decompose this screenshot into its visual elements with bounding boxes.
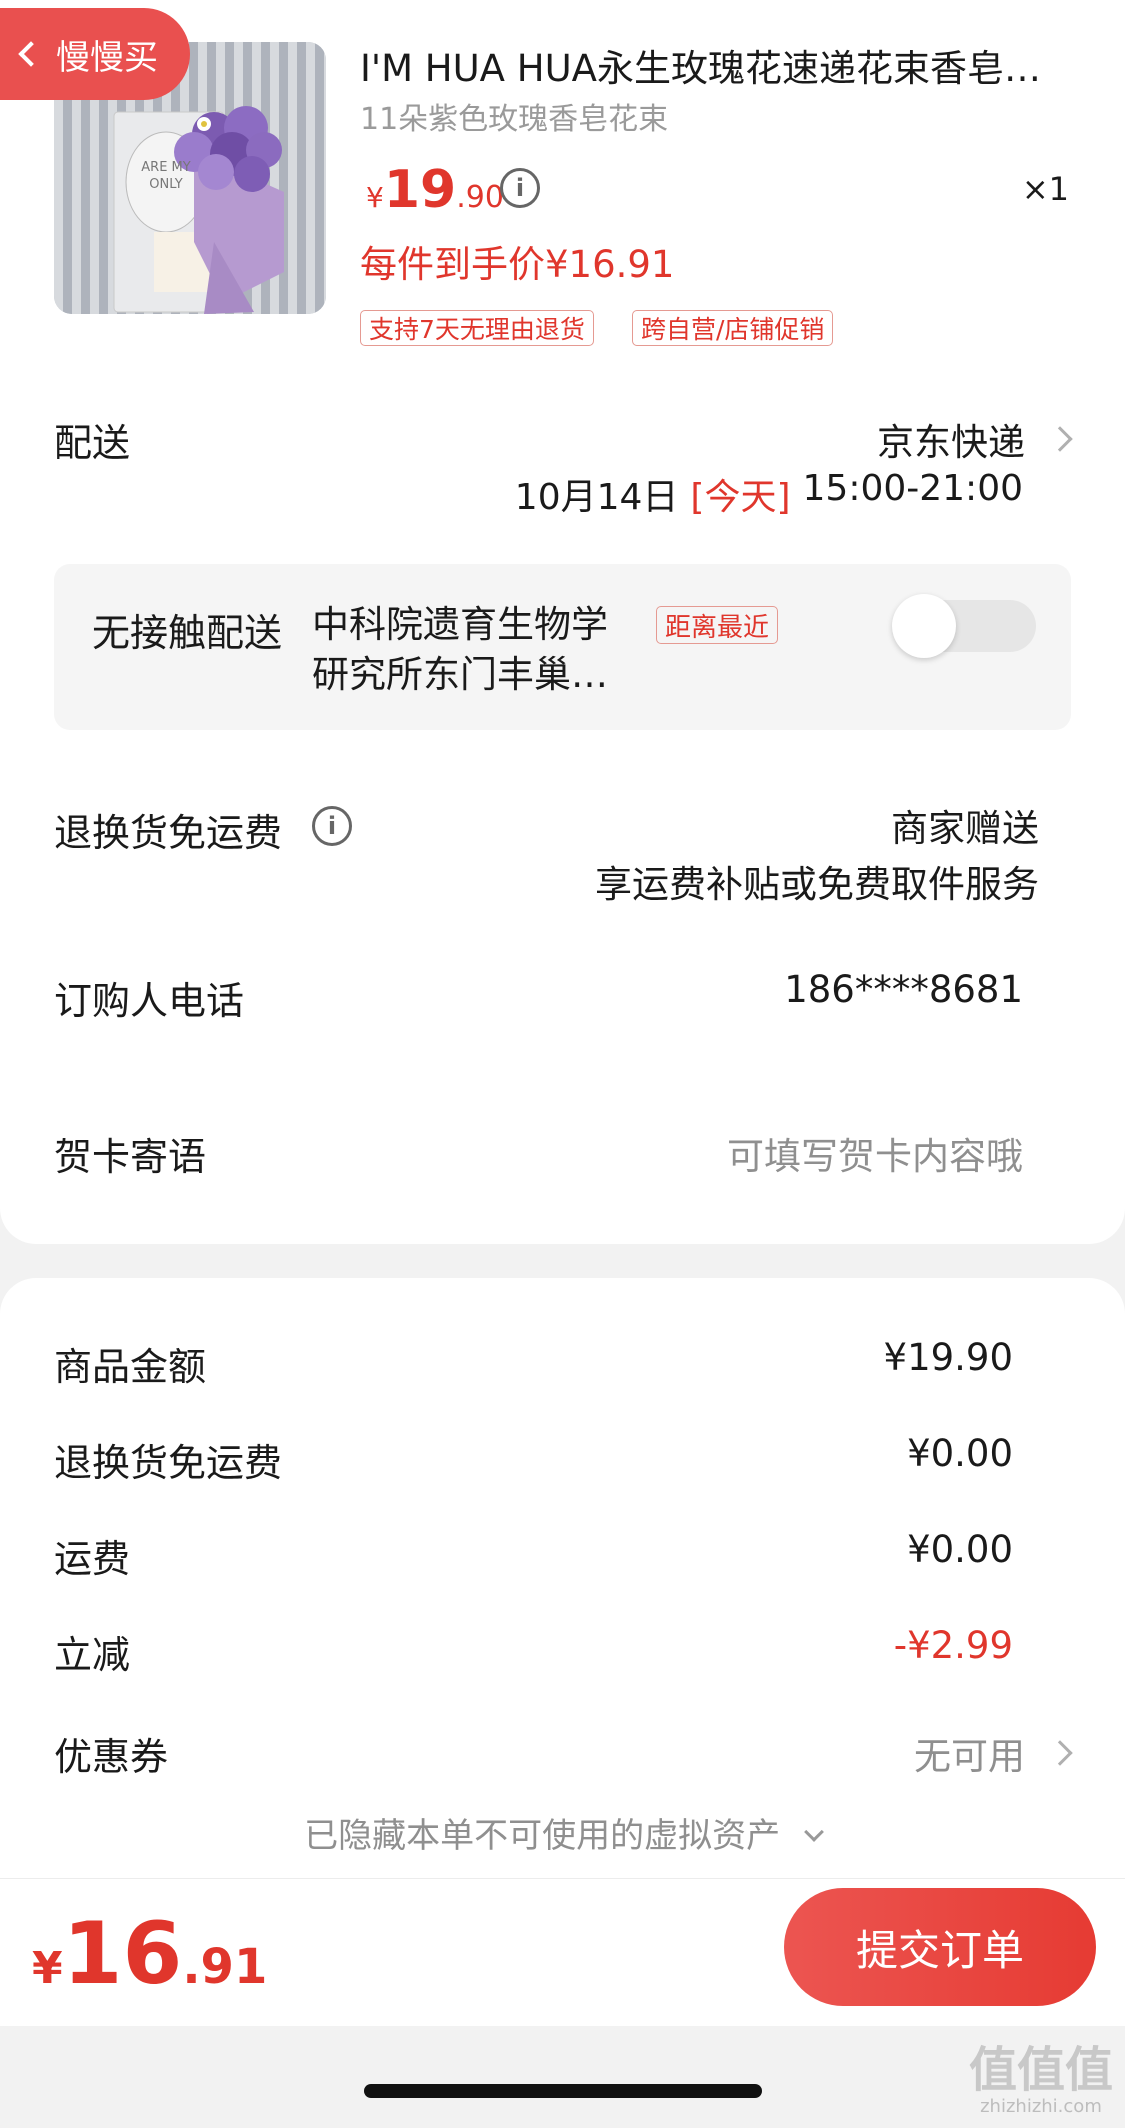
chevron-right-icon bbox=[1047, 1740, 1073, 1766]
product-title[interactable]: I'M HUA HUA永生玫瑰花速递花束香皂花礼盒 bbox=[360, 38, 1060, 92]
product-quantity: ×1 bbox=[1021, 170, 1069, 208]
return-freight-provider: 商家赠送 bbox=[891, 807, 1039, 850]
address-line-2: 研究所东门丰巢… bbox=[312, 653, 608, 696]
contactless-toggle[interactable] bbox=[892, 594, 1036, 658]
image-text-line: ONLY bbox=[149, 176, 183, 192]
contactless-address: 中科院遗育生物学 研究所东门丰巢… bbox=[312, 600, 608, 700]
chevron-down-icon bbox=[804, 1822, 824, 1842]
return-freight-description: 享运费补贴或免费取件服务 bbox=[595, 863, 1039, 906]
submit-order-button[interactable]: 提交订单 bbox=[784, 1888, 1096, 2006]
summary-value-discount: -¥2.99 bbox=[893, 1624, 1013, 1667]
total-integer: 16 bbox=[62, 1904, 183, 2004]
coupon-selector[interactable]: 无可用 bbox=[914, 1726, 1073, 1780]
info-icon[interactable]: i bbox=[500, 168, 540, 208]
price-decimal: .90 bbox=[456, 180, 504, 215]
summary-value-shipping: ¥0.00 bbox=[907, 1528, 1013, 1571]
hidden-assets-label: 已隐藏本单不可使用的虚拟资产 bbox=[304, 1816, 781, 1856]
summary-value-goods: ¥19.90 bbox=[883, 1336, 1013, 1379]
product-spec: 11朵紫色玫瑰香皂花束 bbox=[360, 102, 669, 137]
phone-label: 订购人电话 bbox=[54, 979, 245, 1023]
price-integer: 19 bbox=[383, 160, 457, 220]
greeting-card-input[interactable]: 可填写贺卡内容哦 bbox=[727, 1126, 1023, 1180]
summary-label-return-freight: 退换货免运费 bbox=[54, 1441, 283, 1485]
price-currency: ¥ bbox=[366, 181, 384, 214]
summary-label-coupon: 优惠券 bbox=[54, 1735, 169, 1779]
back-button[interactable]: 慢慢买 bbox=[0, 8, 190, 100]
image-text-line: ARE MY bbox=[141, 160, 191, 175]
nearest-badge: 距离最近 bbox=[656, 606, 779, 644]
unit-final-price: 每件到手价¥16.91 bbox=[360, 243, 675, 286]
summary-label-goods: 商品金额 bbox=[54, 1345, 207, 1389]
back-button-label: 慢慢买 bbox=[56, 37, 158, 78]
delivery-carrier-selector[interactable]: 京东快递 bbox=[877, 412, 1073, 466]
watermark: 值值值 zhizhizhi.com bbox=[969, 2046, 1113, 2116]
toggle-knob bbox=[892, 594, 956, 658]
summary-label-shipping: 运费 bbox=[54, 1537, 131, 1581]
phone-value[interactable]: 186****8681 bbox=[784, 968, 1023, 1011]
delivery-date: 10月14日 bbox=[514, 477, 679, 518]
watermark-logo: 值值值 bbox=[968, 2042, 1113, 2098]
summary-label-discount: 立减 bbox=[54, 1633, 131, 1677]
hidden-assets-toggle[interactable]: 已隐藏本单不可使用的虚拟资产 bbox=[0, 1808, 1125, 1857]
delivery-time[interactable]: 10月14日 [今天] 15:00-21:00 bbox=[515, 468, 1023, 520]
info-icon[interactable]: i bbox=[312, 806, 352, 846]
chevron-right-icon bbox=[1047, 426, 1073, 452]
return-freight-label: 退换货免运费 bbox=[54, 811, 283, 855]
summary-value-coupon: 无可用 bbox=[914, 1735, 1025, 1778]
greeting-card-label: 贺卡寄语 bbox=[54, 1135, 207, 1179]
total-decimal: .91 bbox=[182, 1939, 268, 1995]
summary-value-return-freight: ¥0.00 bbox=[907, 1432, 1013, 1475]
promotion-tag: 跨自营/店铺促销 bbox=[632, 310, 834, 346]
total-currency: ¥ bbox=[32, 1943, 63, 1994]
contactless-label: 无接触配送 bbox=[92, 611, 283, 655]
delivery-window: 15:00-21:00 bbox=[802, 468, 1023, 509]
return-policy-tag: 支持7天无理由退货 bbox=[360, 310, 594, 346]
product-price: ¥ 19 .90 bbox=[366, 160, 504, 220]
delivery-today-badge: [今天] bbox=[690, 477, 791, 518]
watermark-url: zhizhizhi.com bbox=[980, 2096, 1102, 2117]
home-indicator bbox=[364, 2084, 762, 2098]
delivery-label: 配送 bbox=[54, 421, 131, 465]
address-line-1: 中科院遗育生物学 bbox=[312, 603, 608, 646]
total-price: ¥ 16 .91 bbox=[32, 1904, 267, 2004]
chevron-left-icon bbox=[18, 41, 44, 67]
delivery-carrier: 京东快递 bbox=[877, 421, 1025, 464]
